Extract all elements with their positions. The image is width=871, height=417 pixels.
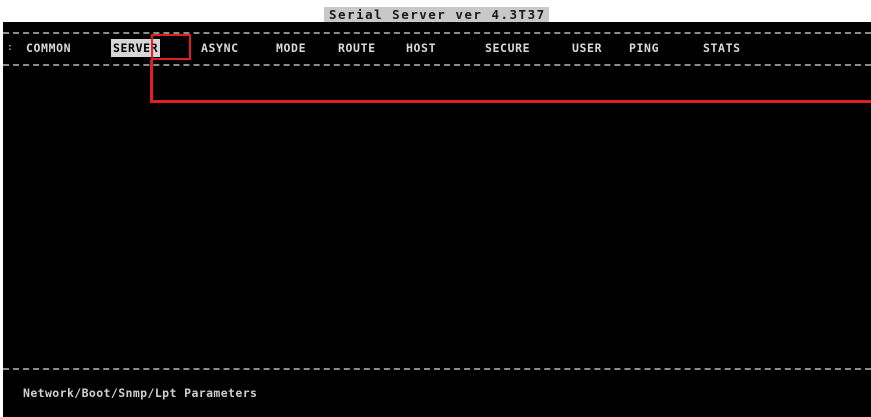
title-bar: Serial Server ver 4.3T37 [0,0,871,22]
window-title: Serial Server ver 4.3T37 [324,7,549,22]
menu-item-route[interactable]: ROUTE [338,39,376,57]
menu-item-user[interactable]: USER [572,39,602,57]
menu-lead-mark: : [7,42,14,53]
status-divider [3,368,871,370]
server-highlight-box [151,34,191,60]
status-line: Network/Boot/Snmp/Lpt Parameters [23,386,258,400]
menu-bottom-divider [3,64,871,66]
callout-line-vertical [150,60,153,103]
menu-item-async[interactable]: ASYNC [201,39,239,57]
menu-item-secure[interactable]: SECURE [485,39,530,57]
callout-line-horizontal [150,100,871,103]
menu-item-host[interactable]: HOST [406,39,436,57]
menu-item-ping[interactable]: PING [629,39,659,57]
menu-item-mode[interactable]: MODE [276,39,306,57]
menu-item-stats[interactable]: STATS [703,39,741,57]
main-menu: : COMMON SERVER ASYNC MODE ROUTE HOST SE… [3,39,871,57]
menu-item-common[interactable]: COMMON [26,39,71,57]
terminal-screen: : COMMON SERVER ASYNC MODE ROUTE HOST SE… [3,22,871,417]
top-divider [3,32,871,34]
